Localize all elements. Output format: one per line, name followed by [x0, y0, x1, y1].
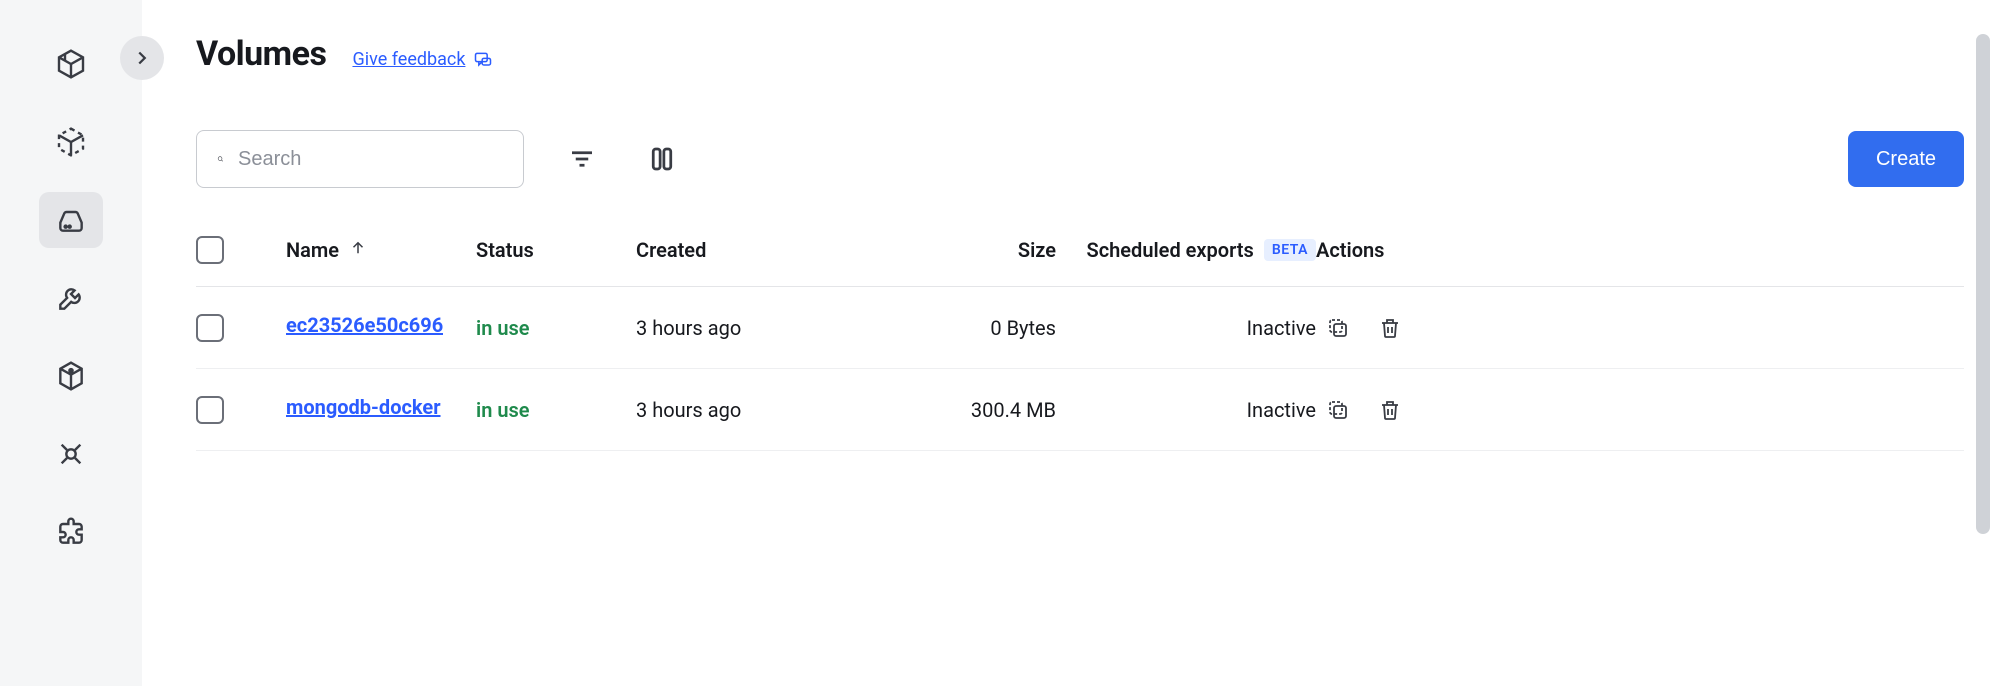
cube-dashed-icon [55, 126, 87, 158]
sidebar-item-containers[interactable] [39, 36, 103, 92]
filter-icon [567, 144, 597, 174]
sidebar-item-images[interactable] [39, 114, 103, 170]
volume-name-link[interactable]: ec23526e50c696 [286, 313, 443, 337]
search-box[interactable] [196, 130, 524, 188]
trash-icon [1378, 398, 1402, 422]
search-input[interactable] [238, 148, 503, 171]
scheduled-exports-label: Inactive [1247, 316, 1316, 340]
wrench-icon [55, 282, 87, 314]
header-checkbox-cell [196, 236, 286, 264]
toolbar: Create [196, 130, 1964, 188]
size-label: 300.4 MB [971, 398, 1056, 422]
chevron-right-icon [131, 47, 153, 69]
columns-button[interactable] [640, 137, 684, 181]
column-header-status[interactable]: Status [476, 238, 636, 262]
row-checkbox[interactable] [196, 396, 224, 424]
sidebar-item-extensions[interactable] [39, 504, 103, 560]
trash-icon [1378, 316, 1402, 340]
row-checkbox[interactable] [196, 314, 224, 342]
sidebar-item-builds[interactable] [39, 348, 103, 404]
explore-icon [55, 438, 87, 470]
page-title: Volumes [196, 34, 326, 74]
created-label: 3 hours ago [636, 316, 741, 340]
main-panel: Volumes Give feedback [142, 0, 1990, 686]
column-header-name[interactable]: Name [286, 238, 476, 262]
volume-disk-icon [55, 204, 87, 236]
sort-asc-icon [349, 238, 367, 262]
sidebar-item-discover[interactable] [39, 426, 103, 482]
delete-button[interactable] [1378, 316, 1402, 340]
created-label: 3 hours ago [636, 398, 741, 422]
delete-button[interactable] [1378, 398, 1402, 422]
clone-button[interactable] [1326, 316, 1350, 340]
give-feedback-label: Give feedback [352, 49, 465, 70]
filter-button[interactable] [560, 137, 604, 181]
package-icon [55, 360, 87, 392]
beta-badge: BETA [1264, 239, 1316, 261]
status-label: in use [476, 398, 530, 422]
table-row: ec23526e50c696 in use 3 hours ago 0 Byte… [196, 287, 1964, 369]
clone-icon [1326, 316, 1350, 340]
column-header-actions: Actions [1316, 238, 1446, 262]
columns-icon [647, 144, 677, 174]
sidebar [0, 0, 142, 686]
select-all-checkbox[interactable] [196, 236, 224, 264]
scrollbar[interactable] [1976, 34, 1990, 534]
sidebar-item-volumes[interactable] [39, 192, 103, 248]
page-header: Volumes Give feedback [196, 34, 1964, 74]
sidebar-expand-toggle[interactable] [120, 36, 164, 80]
column-header-scheduled-exports[interactable]: Scheduled exports BETA [1056, 238, 1316, 262]
size-label: 0 Bytes [990, 316, 1056, 340]
column-header-created[interactable]: Created [636, 238, 876, 262]
create-button[interactable]: Create [1848, 131, 1964, 187]
table-row: mongodb-docker in use 3 hours ago 300.4 … [196, 369, 1964, 451]
table-header: Name Status Created Size Scheduled expor… [196, 236, 1964, 287]
volumes-table: Name Status Created Size Scheduled expor… [196, 236, 1964, 451]
chat-bubble-icon [473, 50, 493, 70]
clone-icon [1326, 398, 1350, 422]
clone-button[interactable] [1326, 398, 1350, 422]
give-feedback-link[interactable]: Give feedback [352, 49, 493, 70]
puzzle-icon [55, 516, 87, 548]
search-icon [217, 147, 224, 171]
scheduled-exports-label: Inactive [1247, 398, 1316, 422]
status-label: in use [476, 316, 530, 340]
column-header-size[interactable]: Size [876, 238, 1056, 262]
container-box-icon [55, 48, 87, 80]
volume-name-link[interactable]: mongodb-docker [286, 395, 441, 419]
sidebar-item-dev[interactable] [39, 270, 103, 326]
